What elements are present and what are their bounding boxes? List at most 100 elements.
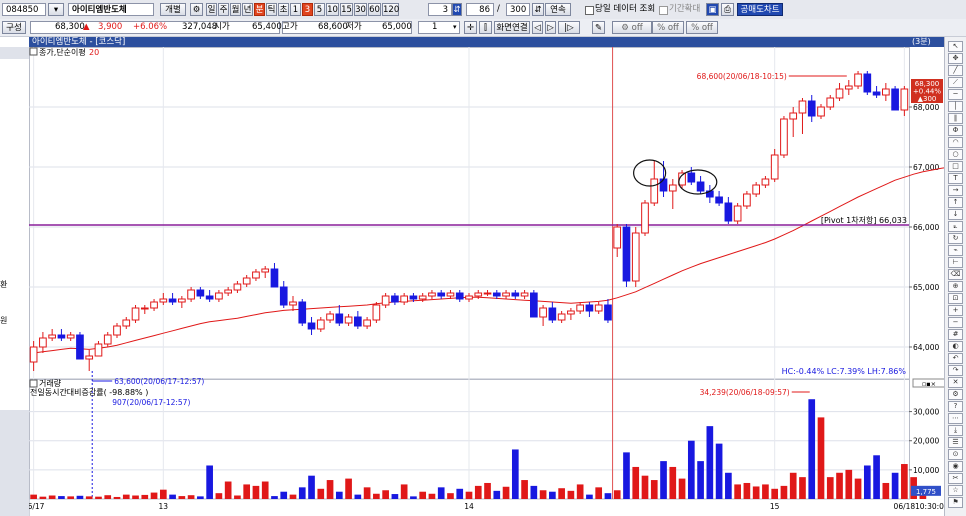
period-button-11[interactable]: 15 <box>340 3 353 16</box>
chart-canvas[interactable]: 68,00067,00066,00065,00064,00030,00020,0… <box>29 47 944 516</box>
cycle-icon[interactable]: ↻ <box>948 233 963 244</box>
settings-icon[interactable]: ⚙ <box>948 389 963 400</box>
period-button-1[interactable]: 주 <box>218 3 229 16</box>
candle-body <box>743 193 751 207</box>
low-value: 65,000 <box>382 22 412 32</box>
candle-body <box>261 268 270 273</box>
count-spin-icon[interactable]: ⇵ <box>532 3 544 16</box>
grid-icon[interactable]: # <box>948 329 963 340</box>
lock-icon[interactable]: ⊡ <box>948 293 963 304</box>
volume-bar <box>632 466 640 499</box>
star-icon[interactable]: ☆ <box>948 485 963 496</box>
candle-body <box>66 334 75 339</box>
more-icon[interactable]: ⋯ <box>948 413 963 424</box>
rect-icon[interactable]: □ <box>948 161 963 172</box>
print-icon[interactable]: ⎙ <box>721 3 734 16</box>
prev-icon[interactable]: ◁ <box>532 21 543 34</box>
arrow-icon[interactable]: → <box>948 185 963 196</box>
flag-icon[interactable]: ⚑ <box>948 497 963 508</box>
off-toggle-3[interactable]: % off <box>686 21 718 34</box>
zoom-in-icon[interactable]: + <box>948 305 963 316</box>
pen-icon[interactable]: ✎ <box>592 21 605 34</box>
period-expand-checkbox[interactable] <box>659 6 668 15</box>
eraser-icon[interactable]: ⌫ <box>948 269 963 280</box>
circle-icon[interactable]: ○ <box>948 149 963 160</box>
price-legend-checkbox[interactable] <box>29 47 38 56</box>
trend-icon[interactable]: ⟋ <box>948 77 963 88</box>
candle-body <box>372 304 381 321</box>
eye-icon[interactable]: ◉ <box>948 461 963 472</box>
composition-button[interactable]: 구성 <box>2 21 26 34</box>
arc-icon[interactable]: ◠ <box>948 137 963 148</box>
crosshair-icon[interactable]: ✛ <box>464 21 477 34</box>
period-button-0[interactable]: 일 <box>206 3 217 16</box>
off-toggle-1[interactable]: ⚙ off <box>612 21 652 34</box>
volume-bar <box>669 466 677 499</box>
cursor-icon[interactable]: ↖ <box>948 41 963 52</box>
delete-icon[interactable]: ✕ <box>948 377 963 388</box>
period-button-7[interactable]: 1 <box>290 3 301 16</box>
magnet-icon[interactable]: ⊕ <box>948 281 963 292</box>
period-button-2[interactable]: 월 <box>230 3 241 16</box>
split-icon[interactable]: ⫿ <box>479 21 492 34</box>
individual-button[interactable]: 개별 <box>160 3 186 16</box>
ruler-icon[interactable]: ⊢ <box>948 257 963 268</box>
pan-icon[interactable]: ✥ <box>948 53 963 64</box>
hline-icon[interactable]: ─ <box>948 89 963 100</box>
save-icon[interactable]: ▣ <box>706 3 719 16</box>
period-button-9[interactable]: 5 <box>314 3 325 16</box>
period-button-5[interactable]: 틱 <box>266 3 277 16</box>
undo-icon[interactable]: ↶ <box>948 353 963 364</box>
zoom-out-icon[interactable]: − <box>948 317 963 328</box>
redo-icon[interactable]: ↷ <box>948 365 963 376</box>
pin-icon[interactable]: ⊙ <box>948 449 963 460</box>
interval-spin-icon[interactable]: ⇵ <box>452 3 462 16</box>
off-toggle-2[interactable]: % off <box>652 21 684 34</box>
interval-input[interactable]: 3 <box>428 3 452 16</box>
color-icon[interactable]: ◐ <box>948 341 963 352</box>
period-button-14[interactable]: 120 <box>382 3 399 16</box>
candle-body <box>409 295 418 300</box>
candle-body <box>715 196 723 204</box>
same-day-label: 당일 데이터 조회 <box>595 4 656 14</box>
volume-bar <box>891 472 899 499</box>
clip-icon[interactable]: ✂ <box>948 473 963 484</box>
speed-icon[interactable]: ⌁ <box>948 245 963 256</box>
export-icon[interactable]: ⤓ <box>948 425 963 436</box>
period-button-8[interactable]: 3 <box>302 3 313 16</box>
period-button-4[interactable]: 분 <box>254 3 265 16</box>
play-icon[interactable]: ▷ <box>545 21 556 34</box>
volume-y-axis-label: 30,000 <box>913 408 939 417</box>
stock-name-field[interactable]: 아이티엠반도체 <box>68 3 154 16</box>
period-button-3[interactable]: 년 <box>242 3 253 16</box>
up-arrow-icon[interactable]: ↑ <box>948 197 963 208</box>
fib-icon[interactable]: Φ <box>948 125 963 136</box>
channel-icon[interactable]: ∥ <box>948 113 963 124</box>
text-icon[interactable]: T <box>948 173 963 184</box>
candle-body <box>150 301 158 309</box>
volume-bar <box>539 490 547 499</box>
total-count-field[interactable]: 300 <box>506 3 530 16</box>
short-sale-chart-button[interactable]: 공매도차트 <box>737 3 783 16</box>
help-icon[interactable]: ? <box>948 401 963 412</box>
stock-code-input[interactable]: 084850 <box>2 3 46 16</box>
line-icon[interactable]: ╱ <box>948 65 963 76</box>
view-count-input[interactable]: 86 <box>466 3 494 16</box>
code-dropdown-button[interactable]: ▾ <box>48 3 64 16</box>
chevron-down-icon[interactable]: ▾ <box>453 23 457 31</box>
continuous-button[interactable]: 연속 <box>545 3 571 16</box>
period-button-12[interactable]: 30 <box>354 3 367 16</box>
period-button-10[interactable]: 10 <box>326 3 339 16</box>
next-end-icon[interactable]: |▷ <box>558 21 580 34</box>
vline-icon[interactable]: │ <box>948 101 963 112</box>
settings-icon[interactable]: ⚙ <box>190 3 203 16</box>
gann-icon[interactable]: ⟀ <box>948 221 963 232</box>
down-arrow-icon[interactable]: ↓ <box>948 209 963 220</box>
candle-body <box>882 88 890 96</box>
layer-icon[interactable]: ☰ <box>948 437 963 448</box>
volume-legend-checkbox[interactable] <box>29 379 38 388</box>
period-button-13[interactable]: 60 <box>368 3 381 16</box>
screen-link-button[interactable]: 화면연결 <box>494 21 530 34</box>
period-button-6[interactable]: 초 <box>278 3 289 16</box>
same-day-checkbox[interactable] <box>585 6 594 15</box>
